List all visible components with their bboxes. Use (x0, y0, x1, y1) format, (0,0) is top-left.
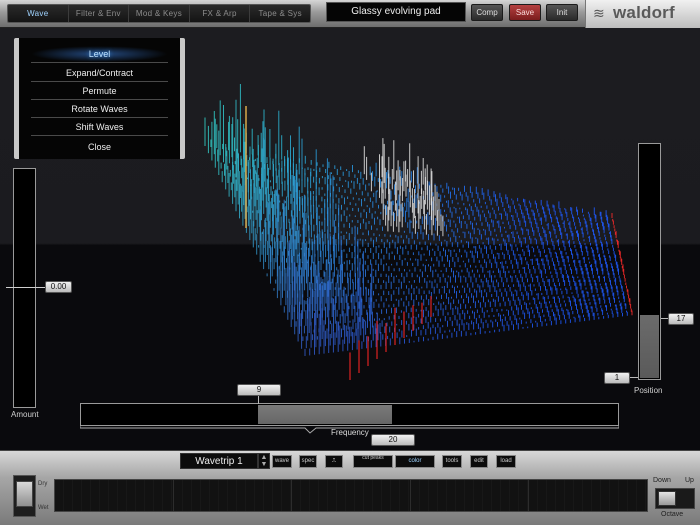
tools-button[interactable]: tools (442, 455, 462, 468)
amount-label: Amount (11, 410, 39, 419)
tab-tape-sys[interactable]: Tape & Sys (250, 5, 310, 22)
wavetrip-toolbar: Wavetrip 1 ▲ ▼ wave spec ⎍ cut peaks col… (180, 453, 520, 469)
menu-item-shift-waves[interactable]: Shift Waves (31, 119, 168, 136)
frequency-low-tick (258, 396, 259, 404)
position-bottom-tick (630, 377, 638, 378)
menu-item-expand-contract[interactable]: Expand/Contract (31, 65, 168, 82)
octave-switch[interactable] (655, 488, 695, 509)
tab-bar: Wave Filter & Env Mod & Keys FX & Arp Ta… (7, 4, 311, 23)
frequency-range-slider[interactable] (80, 403, 619, 426)
tab-fx-arp[interactable]: FX & Arp (190, 5, 251, 22)
waldorf-logo: ≋ waldorf (585, 0, 700, 28)
spinner-down-icon[interactable]: ▼ (259, 461, 269, 468)
keyboard-segment[interactable] (529, 480, 647, 511)
position-slider[interactable] (638, 143, 661, 380)
keyboard-strip[interactable] (54, 479, 648, 512)
keyboard-segment[interactable] (410, 480, 530, 511)
wet-label: Wet (38, 505, 49, 511)
octave-label: Octave (661, 511, 684, 518)
comp-button[interactable]: Comp (471, 4, 503, 21)
load-button[interactable]: load (496, 455, 516, 468)
waveform-shape-icon[interactable]: ⎍ (325, 455, 343, 468)
keyboard-segment[interactable] (292, 480, 411, 511)
tab-filter-env[interactable]: Filter & Env (69, 5, 130, 22)
menu-item-close[interactable]: Close (31, 139, 168, 156)
position-label: Position (634, 386, 663, 395)
keyboard-segment[interactable] (55, 480, 174, 511)
spec-view-button[interactable]: spec (299, 455, 317, 468)
frequency-high-value[interactable]: 20 (371, 434, 415, 446)
dry-wet-switch-knob[interactable] (16, 481, 33, 507)
wavetrip-selector[interactable]: Wavetrip 1 (180, 453, 258, 469)
position-slider-fill (640, 315, 659, 378)
position-start-value[interactable]: 1 (604, 372, 630, 384)
position-end-value[interactable]: 17 (668, 313, 694, 325)
menu-item-rotate-waves[interactable]: Rotate Waves (31, 101, 168, 118)
frequency-range-fill[interactable] (258, 405, 392, 424)
keyboard-segment[interactable] (173, 480, 293, 511)
octave-switch-knob[interactable] (658, 491, 676, 506)
octave-up-label: Up (685, 477, 694, 484)
menu-item-level[interactable]: Level (31, 46, 168, 63)
spinner-up-icon[interactable]: ▲ (259, 454, 269, 461)
edit-button[interactable]: edit (470, 455, 488, 468)
frequency-low-value[interactable]: 9 (237, 384, 281, 396)
wave-tools-menu: Level Expand/Contract Permute Rotate Wav… (14, 38, 185, 159)
save-button[interactable]: Save (509, 4, 541, 21)
amount-value: 0.00 (45, 281, 72, 293)
dry-wet-switch[interactable] (13, 475, 36, 517)
dry-label: Dry (38, 481, 48, 487)
wavetrip-spinner[interactable]: ▲ ▼ (258, 453, 270, 469)
amount-slider[interactable] (13, 168, 36, 408)
waldorf-logo-icon: ≋ (593, 5, 605, 21)
tab-mod-keys[interactable]: Mod & Keys (129, 5, 190, 22)
patch-name-display[interactable]: Glassy evolving pad (326, 2, 466, 22)
frequency-label: Frequency (331, 428, 369, 437)
cut-peaks-button[interactable]: cut peaks (353, 455, 393, 468)
init-button[interactable]: Init (546, 4, 578, 21)
menu-item-permute[interactable]: Permute (31, 83, 168, 100)
logo-text: waldorf (613, 3, 675, 22)
wave-view-button[interactable]: wave (272, 455, 292, 468)
octave-down-label: Down (653, 477, 671, 484)
tab-wave[interactable]: Wave (8, 5, 69, 22)
top-bar: Wave Filter & Env Mod & Keys FX & Arp Ta… (0, 0, 700, 28)
color-button[interactable]: color (395, 455, 435, 468)
amount-slider-handle[interactable] (6, 287, 46, 288)
